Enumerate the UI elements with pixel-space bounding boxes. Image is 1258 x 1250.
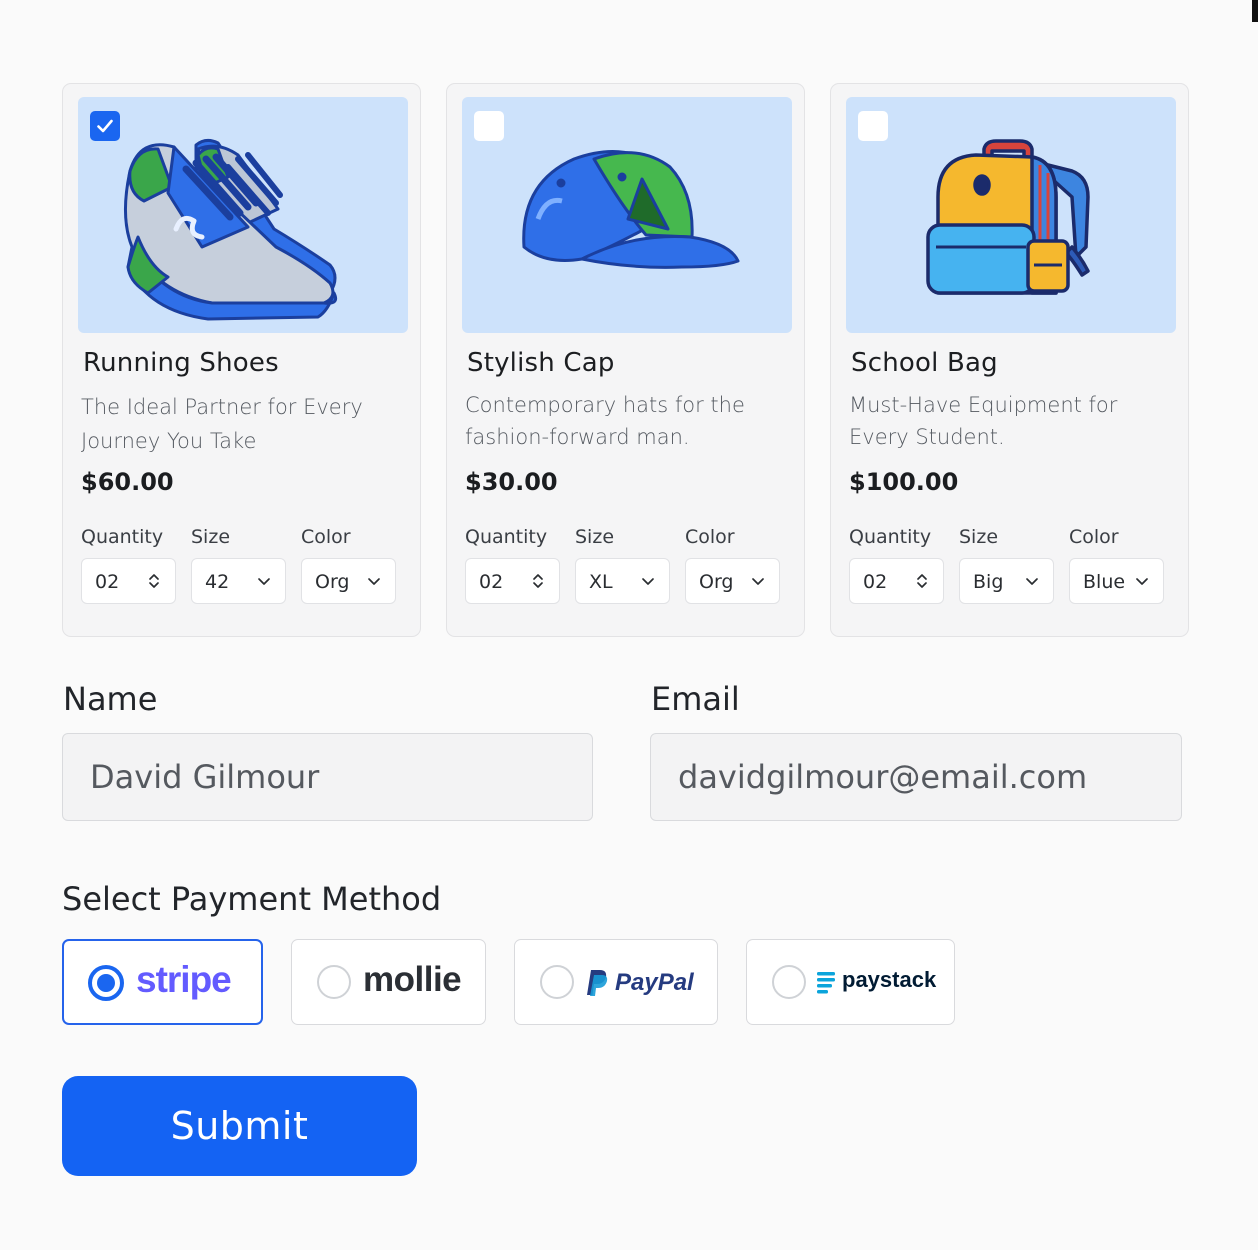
product-card-stylish-cap[interactable]: Stylish Cap Contemporary hats for the fa… [446,83,805,637]
mollie-logo: mollie [363,960,462,999]
product-description: Contemporary hats for the fashion-forwar… [465,393,745,449]
email-label: Email [651,680,740,718]
select-product-checkbox[interactable] [474,111,504,141]
chevron-down-icon [1136,578,1148,585]
product-price: $30.00 [465,468,558,496]
stripe-logo: stripe [136,959,232,1000]
color-value: Org [315,571,350,593]
chevron-down-icon [1026,578,1038,585]
product-description: The Ideal Partner for Every Journey You … [81,395,363,453]
payment-option-paystack[interactable]: paystack [746,939,955,1025]
corner-marker [1252,0,1258,22]
paystack-logo: paystack [842,967,937,992]
color-value: Org [699,571,734,593]
paypal-icon [587,970,608,996]
radio-unselected [540,965,574,999]
payment-method-title: Select Payment Method [62,880,442,918]
product-card-school-bag[interactable]: School Bag Must-Have Equipment for Every… [830,83,1189,637]
payment-option-mollie[interactable]: mollie [291,939,486,1025]
check-icon [97,119,113,133]
color-label: Color [301,526,351,548]
quantity-stepper[interactable]: 02 [81,558,176,604]
product-description: Must-Have Equipment for Every Student. [849,393,1118,449]
email-field[interactable] [650,733,1182,821]
product-image [846,97,1176,333]
quantity-label: Quantity [465,526,548,548]
quantity-value: 02 [479,571,504,593]
name-field[interactable] [62,733,593,821]
cap-icon [522,149,740,269]
color-label: Color [685,526,735,548]
product-image [78,97,408,333]
product-card-running-shoes[interactable]: Running Shoes The Ideal Partner for Ever… [62,83,421,637]
paystack-icon [817,972,835,994]
payment-option-paypal[interactable]: PayPal [514,939,718,1025]
product-price: $100.00 [849,468,959,496]
chevron-down-icon [258,578,270,585]
size-value: 42 [205,571,230,593]
chevron-down-icon [752,578,764,585]
paypal-logo: PayPal [615,969,694,996]
color-value: Blue [1083,571,1126,593]
select-product-checkbox[interactable] [90,111,120,141]
stepper-arrows-icon [917,574,927,588]
product-image [462,97,792,333]
quantity-value: 02 [95,571,120,593]
size-value: XL [589,571,613,593]
payment-option-stripe[interactable]: stripe [62,939,263,1025]
size-dropdown[interactable]: 42 [191,558,286,604]
radio-unselected [317,965,351,999]
name-label: Name [63,680,158,718]
radio-selected [88,965,124,1001]
quantity-stepper[interactable]: 02 [465,558,560,604]
size-label: Size [575,526,615,548]
select-product-checkbox[interactable] [858,111,888,141]
quantity-stepper[interactable]: 02 [849,558,944,604]
size-dropdown[interactable]: XL [575,558,670,604]
product-price: $60.00 [81,468,174,496]
product-name: Running Shoes [83,348,279,378]
quantity-value: 02 [863,571,888,593]
quantity-label: Quantity [81,526,164,548]
color-dropdown[interactable]: Org [301,558,396,604]
product-name: Stylish Cap [467,348,615,378]
product-name: School Bag [851,348,998,378]
backpack-icon [926,139,1090,295]
chevron-down-icon [642,578,654,585]
size-value: Big [973,571,1004,593]
quantity-label: Quantity [849,526,932,548]
color-dropdown[interactable]: Org [685,558,780,604]
chevron-down-icon [368,578,380,585]
size-label: Size [191,526,231,548]
submit-button[interactable]: Submit [62,1076,417,1176]
stepper-arrows-icon [533,574,543,588]
running-shoes-icon [123,138,338,321]
product-list: Running Shoes The Ideal Partner for Ever… [62,83,1191,637]
color-dropdown[interactable]: Blue [1069,558,1164,604]
size-label: Size [959,526,999,548]
stepper-arrows-icon [149,574,159,588]
radio-unselected [772,965,806,999]
size-dropdown[interactable]: Big [959,558,1054,604]
color-label: Color [1069,526,1119,548]
